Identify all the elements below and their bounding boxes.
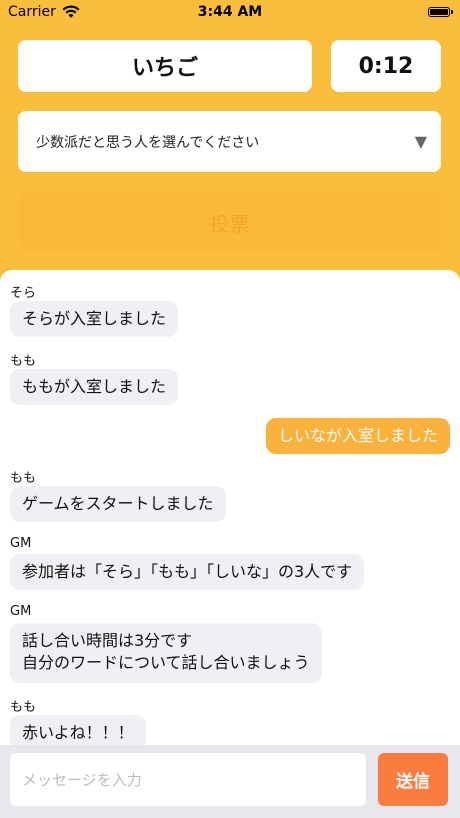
message-bubble: 赤いよね！！！: [10, 715, 146, 745]
message-bubble: そらが入室しました: [10, 301, 179, 337]
message-bubble: ももが入室しました: [10, 369, 179, 405]
vote-button[interactable]: 投票: [18, 192, 441, 252]
message-composer: 送信: [0, 745, 460, 818]
dropdown-triangle-icon: ▼: [414, 132, 427, 151]
my-message-bubble: しいなが入室しました: [265, 418, 450, 454]
message-bubble: ゲームをスタートしました: [10, 486, 226, 522]
clock: 3:44 AM: [197, 4, 263, 20]
message-sender: もも: [10, 471, 37, 486]
message-line: 話し合い時間は3分です: [22, 631, 193, 650]
message-input[interactable]: [10, 753, 366, 806]
chat-message-list[interactable]: そら そらが入室しました もも ももが入室しました しいなが入室しました もも …: [0, 270, 460, 745]
battery-icon: [428, 7, 453, 17]
message-sender: GM: [10, 536, 32, 551]
message-bubble: 参加者は「そら」「もも」「しいな」の3人です: [10, 554, 365, 590]
message-sender: そら: [10, 286, 37, 301]
status-bar: Carrier 3:44 AM: [0, 0, 460, 26]
send-button[interactable]: 送信: [378, 753, 448, 806]
message-sender: もも: [10, 700, 37, 715]
vote-target-select[interactable]: 少数派だと思う人を選んでください ▼: [18, 111, 441, 172]
timer-display: 0:12: [331, 40, 441, 92]
message-line: 自分のワードについて話し合いましょう: [22, 653, 310, 672]
vote-select-label: 少数派だと思う人を選んでください: [36, 134, 260, 151]
word-display: いちご: [18, 40, 312, 92]
message-sender: GM: [10, 604, 32, 619]
message-sender: もも: [10, 354, 37, 369]
message-bubble: 話し合い時間は3分です 自分のワードについて話し合いましょう: [10, 623, 322, 683]
